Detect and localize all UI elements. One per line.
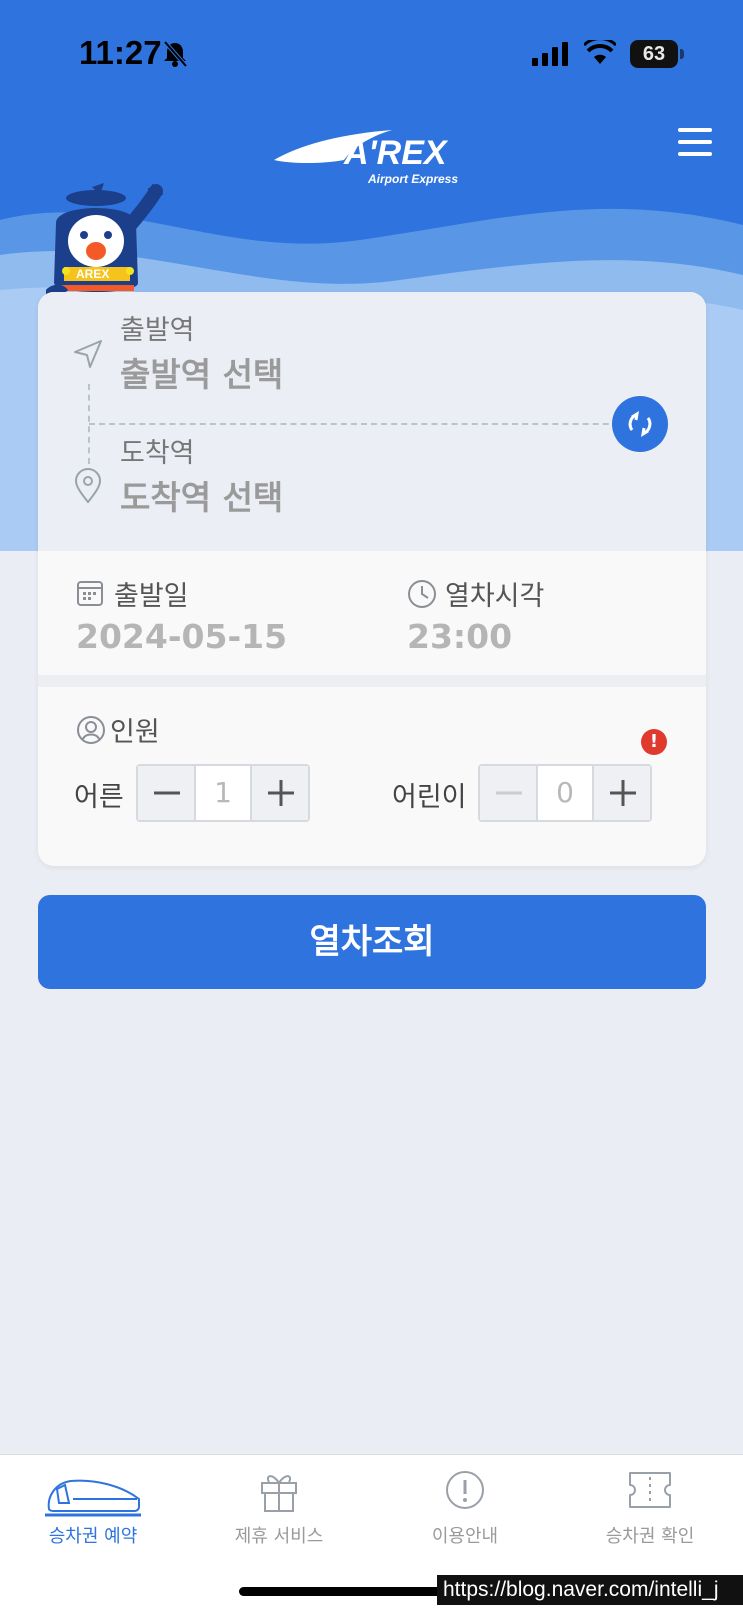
battery-tip — [680, 49, 684, 59]
bell-muted-icon — [163, 40, 188, 68]
tab-label: 제휴 서비스 — [234, 1526, 324, 1547]
tab-ticket-reservation[interactable]: 승차권 예약 — [0, 1455, 186, 1565]
adult-stepper: 1 — [136, 764, 310, 822]
adult-increment-button[interactable] — [250, 766, 308, 820]
battery-indicator: 63 — [630, 40, 678, 68]
train-icon — [45, 1479, 141, 1517]
child-increment-button[interactable] — [592, 766, 650, 820]
tab-label: 승차권 확인 — [605, 1526, 695, 1547]
child-count: 0 — [538, 766, 592, 820]
plus-icon — [610, 780, 636, 806]
location-pin-icon — [74, 468, 102, 504]
person-icon — [77, 716, 105, 744]
menu-icon-bar — [678, 128, 712, 132]
date-field[interactable]: 출발일 2024-05-15 — [38, 551, 368, 675]
navigation-arrow-icon — [74, 340, 102, 368]
child-label: 어린이 — [392, 782, 467, 813]
alert-icon[interactable]: ! — [641, 729, 667, 755]
date-value: 2024-05-15 — [76, 617, 288, 656]
search-trains-button[interactable]: 열차조회 — [38, 895, 706, 989]
swap-stations-button[interactable] — [612, 396, 668, 452]
arrival-station-select[interactable]: 도착역 선택 — [120, 471, 283, 519]
adult-count: 1 — [196, 766, 250, 820]
date-time-section: 출발일 2024-05-15 열차시각 23:00 — [38, 551, 706, 675]
menu-icon-bar — [678, 140, 712, 144]
passenger-section: 인원 ! 어른 1 어린이 0 — [38, 687, 706, 866]
arrival-label: 도착역 — [120, 438, 195, 469]
tab-label: 승차권 예약 — [48, 1526, 138, 1547]
departure-label: 출발역 — [120, 315, 195, 346]
booking-card: 출발역 출발역 선택 도착역 도착역 선택 출발일 2024-05-15 열차시… — [38, 292, 706, 866]
cellular-signal-icon — [532, 42, 568, 66]
adult-decrement-button[interactable] — [138, 766, 196, 820]
menu-button[interactable] — [678, 128, 712, 158]
tab-label: 이용안내 — [431, 1526, 499, 1547]
departure-station-select[interactable]: 출발역 선택 — [120, 348, 283, 396]
status-time: 11:27 — [79, 34, 162, 71]
tab-partner-services[interactable]: 제휴 서비스 — [186, 1455, 372, 1565]
wifi-icon — [584, 40, 616, 64]
passenger-label: 인원 — [110, 717, 160, 748]
arex-logo: A'REX — [274, 130, 449, 172]
adult-label: 어른 — [74, 782, 124, 813]
tab-usage-guide[interactable]: 이용안내 — [372, 1455, 558, 1565]
plus-icon — [268, 780, 294, 806]
ticket-icon — [629, 1472, 671, 1508]
menu-icon-bar — [678, 152, 712, 156]
calendar-icon — [77, 581, 103, 606]
child-stepper: 0 — [478, 764, 652, 822]
minus-icon — [154, 791, 180, 795]
info-icon — [446, 1471, 484, 1509]
mascot-badge-text: AREX — [76, 267, 109, 281]
station-section: 출발역 출발역 선택 도착역 도착역 선택 — [38, 292, 706, 551]
gift-icon — [261, 1475, 297, 1512]
time-field[interactable]: 열차시각 23:00 — [368, 551, 706, 675]
section-divider — [38, 675, 706, 687]
child-decrement-button[interactable] — [480, 766, 538, 820]
swap-icon — [628, 411, 652, 437]
date-label: 출발일 — [114, 581, 189, 612]
route-divider — [89, 423, 649, 425]
tab-ticket-check[interactable]: 승차권 확인 — [557, 1455, 743, 1565]
watermark: https://blog.naver.com/intelli_j — [437, 1575, 743, 1605]
logo-text: A'REX — [343, 134, 449, 172]
logo-subtitle: Airport Express — [368, 172, 459, 186]
status-bar: 11:27 63 — [0, 0, 743, 110]
time-label: 열차시각 — [445, 581, 545, 612]
time-value: 23:00 — [407, 617, 513, 656]
clock-icon — [408, 580, 436, 608]
minus-icon — [496, 791, 522, 795]
